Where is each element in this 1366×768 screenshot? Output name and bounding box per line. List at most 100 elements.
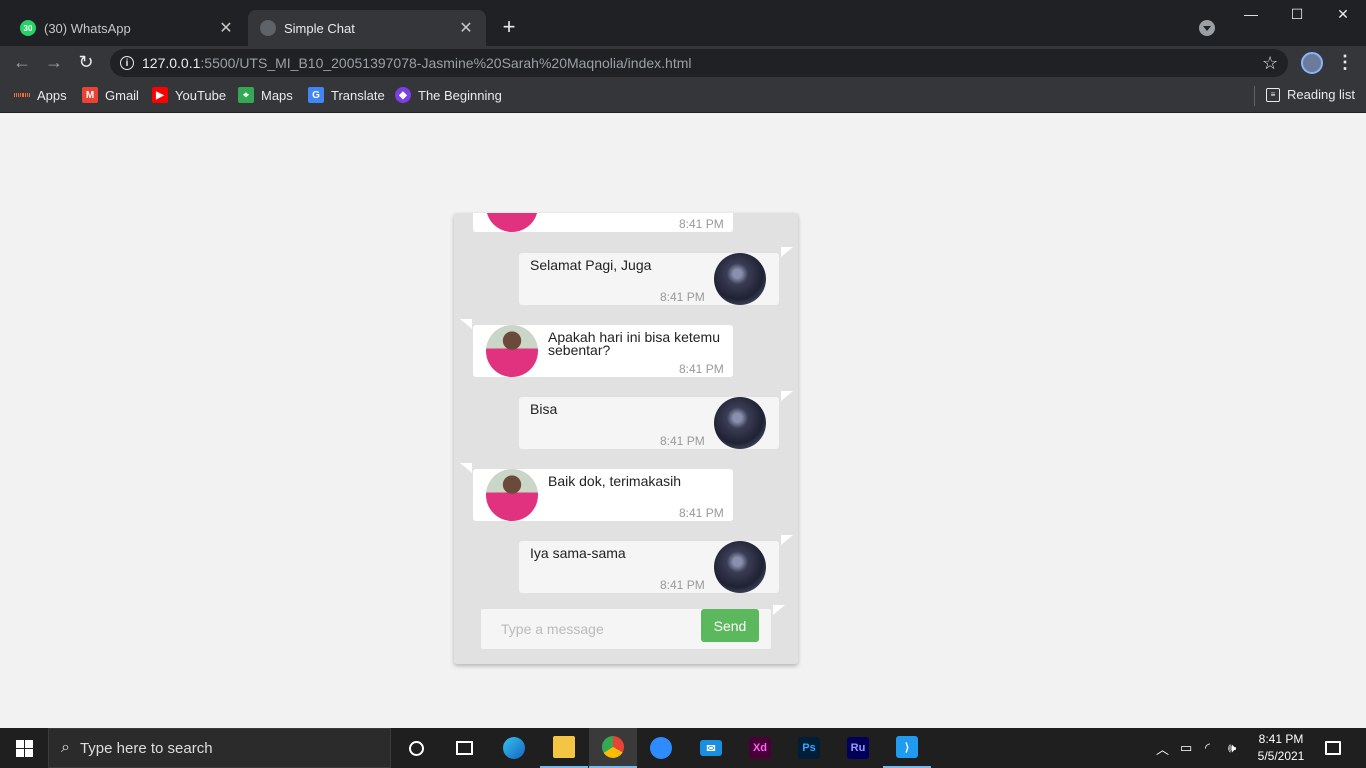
message-text: Baik dok, terimakasih [548,473,682,489]
message-text: Iya sama-sama [530,545,626,561]
message-time: 8:41 PM [679,506,724,520]
avatar [714,253,766,305]
mail-icon[interactable]: ✉ [687,728,735,768]
edge-icon[interactable] [490,728,538,768]
bookmark-translate[interactable]: G Translate [308,87,385,103]
tab-search-icon[interactable] [1199,20,1215,36]
window-close-icon[interactable]: ✕ [1333,6,1353,23]
adobe-xd-icon[interactable]: Xd [736,728,784,768]
tray-overflow-icon[interactable]: ︿ [1156,728,1169,768]
message-received: Apakah hari ini bisa ketemu sebentar? 8:… [460,319,733,377]
task-view-icon[interactable] [440,728,488,768]
apps-grid-icon [14,87,31,103]
maps-icon: ⌖ [238,87,254,103]
file-explorer-icon[interactable] [540,728,588,768]
bookmark-label: Apps [37,87,67,103]
bubble-tail [460,319,472,329]
message-sent: Bisa 8:41 PM [519,391,793,449]
tab-whatsapp[interactable]: 30 (30) WhatsApp ✕ [8,10,246,46]
message-time: 8:41 PM [679,362,724,376]
clock-date: 5/5/2021 [1257,749,1305,763]
bubble-tail [781,535,793,545]
avatar [486,325,538,377]
bookmark-label: Gmail [105,87,139,103]
bubble-tail [460,463,472,473]
message-sent: Selamat Pagi, Juga 8:41 PM [519,247,793,305]
close-icon[interactable]: ✕ [218,18,234,38]
bookmark-label: YouTube [175,87,227,103]
avatar [486,213,538,232]
search-placeholder: Type here to search [79,739,213,757]
bookmark-youtube[interactable]: ▶ YouTube [152,87,226,103]
message-text: Apakah hari ini bisa ketemu sebentar? [548,329,720,358]
site-info-icon[interactable]: i [120,56,134,70]
photoshop-icon[interactable]: Ps [785,728,833,768]
bookmark-label: Translate [331,87,385,103]
gmail-icon: M [82,87,98,103]
message-time: 8:41 PM [660,290,705,304]
premiere-rush-icon[interactable]: Ru [834,728,882,768]
translate-icon: G [308,87,324,103]
maximize-icon[interactable]: ☐ [1287,6,1307,23]
avatar [486,469,538,521]
new-tab-button[interactable]: + [497,14,521,40]
avatar [714,541,766,593]
avatar [714,397,766,449]
volume-icon[interactable]: 🕪 [1228,728,1236,768]
message-received: Baik dok, terimakasih 8:41 PM [460,463,733,521]
message-time: 8:41 PM [660,434,705,448]
whatsapp-icon: 30 [20,20,36,36]
message-input[interactable] [493,617,693,641]
send-button[interactable]: Send [701,609,759,642]
profile-avatar[interactable] [1301,52,1323,74]
youtube-icon: ▶ [152,87,168,103]
chat-window: 8:41 PM Selamat Pagi, Juga 8:41 PM Apaka… [454,213,798,664]
url-path: :5500/UTS_MI_B10_20051397078-Jasmine%20S… [200,55,692,71]
bookmark-star-icon[interactable]: ☆ [1262,53,1278,74]
tab-title: (30) WhatsApp [44,20,131,36]
menu-icon[interactable]: ⋮ [1336,52,1354,73]
message-time: 8:41 PM [660,578,705,592]
bookmark-app-icon: ◆ [395,87,411,103]
zoom-icon[interactable] [637,728,685,768]
bookmarks-divider [1254,86,1255,106]
chrome-icon[interactable] [589,728,637,768]
browser-toolbar: ← → ↻ i 127.0.0.1 :5500/UTS_MI_B10_20051… [0,46,1366,80]
bubble-tail [781,391,793,401]
reload-icon[interactable]: ↻ [75,52,97,73]
bookmark-maps[interactable]: ⌖ Maps [238,87,293,103]
minimize-icon[interactable]: — [1241,6,1261,22]
message-time: 8:41 PM [679,217,724,231]
bookmarks-bar: Apps M Gmail ▶ YouTube ⌖ Maps G Translat… [0,80,1366,113]
bookmark-label: Maps [261,87,293,103]
vscode-icon[interactable]: ⟩ [883,728,931,768]
windows-start-icon[interactable] [0,728,48,768]
reading-list-icon: ≡ [1266,87,1280,102]
bookmark-the-beginning[interactable]: ◆ The Beginning [395,87,502,103]
bookmark-gmail[interactable]: M Gmail [82,87,139,103]
address-bar[interactable]: i 127.0.0.1 :5500/UTS_MI_B10_20051397078… [110,49,1288,77]
browser-tab-bar: 30 (30) WhatsApp ✕ Simple Chat ✕ + — ☐ ✕ [0,0,1366,46]
close-icon[interactable]: ✕ [458,18,474,38]
wifi-icon[interactable]: ◜ [1205,728,1210,768]
bubble-tail [781,247,793,257]
notifications-icon[interactable] [1325,728,1341,768]
bubble-tail [773,605,785,615]
bookmark-label: The Beginning [418,87,502,103]
message-text: Bisa [530,401,558,417]
clock-time: 8:41 PM [1258,732,1304,746]
back-icon[interactable]: ← [11,52,33,73]
message-composer: Send [481,605,785,649]
bookmark-apps[interactable]: Apps [14,87,67,103]
reading-list-label: Reading list [1287,87,1355,102]
taskbar-search[interactable]: ⌕ Type here to search [48,728,391,768]
message-received: 8:41 PM [473,213,733,232]
system-clock[interactable]: 8:41 PM 5/5/2021 [1244,731,1318,765]
tab-simple-chat[interactable]: Simple Chat ✕ [248,10,486,46]
reading-list-button[interactable]: ≡ Reading list [1266,87,1355,102]
battery-icon[interactable]: ▭ [1180,728,1192,768]
cortana-icon[interactable] [392,728,440,768]
url-host: 127.0.0.1 [142,55,201,71]
forward-icon[interactable]: → [43,52,65,73]
globe-icon [260,20,276,36]
